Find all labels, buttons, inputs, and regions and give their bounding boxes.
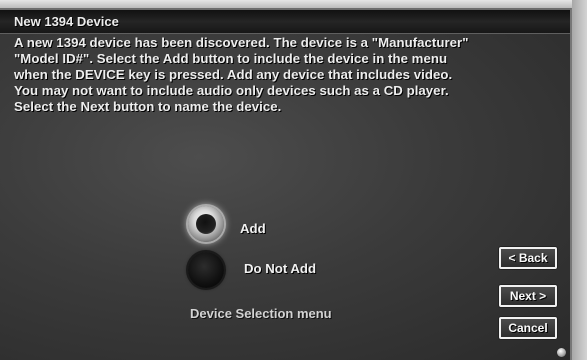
- dialog-title: New 1394 Device: [0, 10, 570, 34]
- do-not-add-option-label: Do Not Add: [244, 261, 317, 276]
- new-1394-device-dialog: New 1394 Device A new 1394 device has be…: [0, 8, 572, 360]
- outer-right-border: [572, 0, 587, 360]
- message-line-2: "Model ID#". Select the Add button to in…: [14, 51, 448, 66]
- outer-top-border: [0, 0, 587, 8]
- add-option-label: Add: [240, 220, 266, 236]
- dialog-message: A new 1394 device has been discovered. T…: [14, 35, 560, 115]
- cancel-button[interactable]: Cancel: [499, 317, 557, 339]
- radio-unselected-icon[interactable]: [188, 252, 224, 288]
- message-line-1: A new 1394 device has been discovered. T…: [14, 35, 469, 50]
- corner-dot-icon: [557, 348, 566, 357]
- message-line-5: Select the Next button to name the devic…: [14, 99, 282, 114]
- next-button[interactable]: Next >: [499, 285, 557, 307]
- message-line-3: when the DEVICE key is pressed. Add any …: [14, 67, 453, 82]
- message-line-4: You may not want to include audio only d…: [14, 83, 449, 98]
- add-option[interactable]: Add: [188, 206, 266, 242]
- do-not-add-option[interactable]: Do Not Add: [188, 252, 316, 288]
- back-button[interactable]: < Back: [499, 247, 557, 269]
- device-selection-menu-label: Device Selection menu: [190, 306, 332, 321]
- screen: New 1394 Device A new 1394 device has be…: [0, 0, 587, 360]
- radio-selected-icon[interactable]: [188, 206, 224, 242]
